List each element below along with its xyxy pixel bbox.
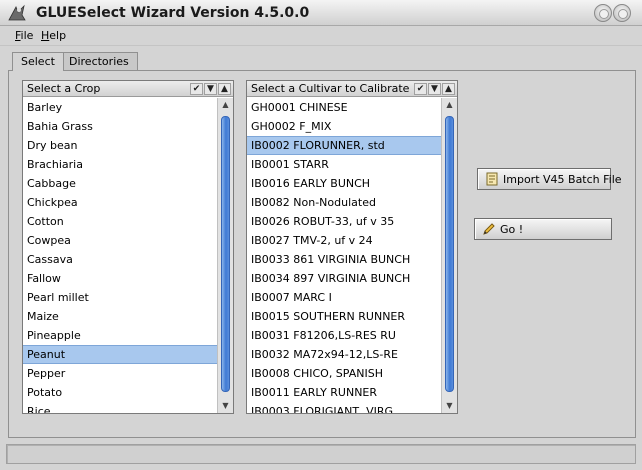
- import-batch-file-button[interactable]: Import V45 Batch File: [477, 168, 622, 190]
- crop-list-scrollbar[interactable]: ▲ ▼: [217, 98, 233, 413]
- crop-list: Barley Bahia Grass Dry bean Brachiaria C…: [23, 98, 217, 413]
- list-item[interactable]: Cassava: [23, 250, 217, 269]
- list-item[interactable]: IB0033 861 VIRGINIA BUNCH: [247, 250, 441, 269]
- crop-list-title: Select a Crop: [27, 82, 101, 95]
- list-item[interactable]: Maize: [23, 307, 217, 326]
- list-item-selected[interactable]: IB0002 FLORUNNER, std: [247, 136, 441, 155]
- crop-list-header: Select a Crop ✔ ▼ ▲: [23, 81, 233, 97]
- close-icon[interactable]: [613, 4, 631, 22]
- check-all-icon[interactable]: ✔: [414, 83, 427, 95]
- scroll-down-arrow-icon[interactable]: ▼: [442, 399, 457, 413]
- menu-bar: File Help: [0, 26, 642, 46]
- scroll-down-arrow-icon[interactable]: ▼: [218, 399, 233, 413]
- menu-file[interactable]: File: [15, 29, 33, 42]
- list-item[interactable]: Potato: [23, 383, 217, 402]
- cultivar-list: GH0001 CHINESE GH0002 F_MIX IB0002 FLORU…: [247, 98, 441, 413]
- list-item[interactable]: GH0001 CHINESE: [247, 98, 441, 117]
- scroll-up-arrow-icon[interactable]: ▲: [442, 98, 457, 112]
- list-item[interactable]: IB0001 STARR: [247, 155, 441, 174]
- list-item[interactable]: Fallow: [23, 269, 217, 288]
- app-logo-icon: [8, 4, 26, 21]
- list-item-selected[interactable]: Peanut: [23, 345, 217, 364]
- list-item[interactable]: Cabbage: [23, 174, 217, 193]
- list-item[interactable]: IB0003 FLORIGIANT, VIRG: [247, 402, 441, 413]
- list-item[interactable]: IB0027 TMV-2, uf v 24: [247, 231, 441, 250]
- list-item[interactable]: Rice: [23, 402, 217, 413]
- list-item[interactable]: IB0011 EARLY RUNNER: [247, 383, 441, 402]
- dropdown-icon[interactable]: ▼: [204, 83, 217, 95]
- pencil-icon: [483, 223, 495, 235]
- scrollbar-thumb[interactable]: [221, 116, 230, 392]
- list-item[interactable]: Brachiaria: [23, 155, 217, 174]
- cultivar-list-scrollbar[interactable]: ▲ ▼: [441, 98, 457, 413]
- go-button-label: Go !: [500, 223, 524, 236]
- cultivar-list-panel: Select a Cultivar to Calibrate ✔ ▼ ▲ GH0…: [246, 80, 458, 414]
- cultivar-list-header: Select a Cultivar to Calibrate ✔ ▼ ▲: [247, 81, 457, 97]
- list-item[interactable]: IB0016 EARLY BUNCH: [247, 174, 441, 193]
- list-item[interactable]: Chickpea: [23, 193, 217, 212]
- list-item[interactable]: IB0082 Non-Nodulated: [247, 193, 441, 212]
- list-item[interactable]: IB0007 MARC I: [247, 288, 441, 307]
- import-file-icon: [486, 172, 498, 186]
- window-title: GLUESelect Wizard Version 4.5.0.0: [36, 5, 310, 21]
- list-item[interactable]: Pineapple: [23, 326, 217, 345]
- dropdown-icon[interactable]: ▼: [428, 83, 441, 95]
- scrollbar-thumb[interactable]: [445, 116, 454, 392]
- list-item[interactable]: IB0026 ROBUT-33, uf v 35: [247, 212, 441, 231]
- list-item[interactable]: Barley: [23, 98, 217, 117]
- list-item[interactable]: Pearl millet: [23, 288, 217, 307]
- scroll-up-arrow-icon[interactable]: ▲: [218, 98, 233, 112]
- menu-help[interactable]: Help: [41, 29, 66, 42]
- title-bar: GLUESelect Wizard Version 4.5.0.0: [0, 0, 642, 26]
- list-item[interactable]: IB0034 897 VIRGINIA BUNCH: [247, 269, 441, 288]
- list-item[interactable]: GH0002 F_MIX: [247, 117, 441, 136]
- crop-list-panel: Select a Crop ✔ ▼ ▲ Barley Bahia Grass D…: [22, 80, 234, 414]
- tab-select[interactable]: Select: [12, 52, 64, 71]
- import-button-label: Import V45 Batch File: [503, 173, 622, 186]
- cultivar-list-title: Select a Cultivar to Calibrate: [251, 82, 410, 95]
- list-item[interactable]: Cotton: [23, 212, 217, 231]
- list-item[interactable]: Bahia Grass: [23, 117, 217, 136]
- scroll-up-icon[interactable]: ▲: [218, 83, 231, 95]
- list-item[interactable]: Pepper: [23, 364, 217, 383]
- tab-directories[interactable]: Directories: [60, 52, 138, 70]
- list-item[interactable]: IB0008 CHICO, SPANISH: [247, 364, 441, 383]
- status-bar: [6, 444, 636, 464]
- scroll-up-icon[interactable]: ▲: [442, 83, 455, 95]
- go-button[interactable]: Go !: [474, 218, 612, 240]
- list-item[interactable]: IB0031 F81206,LS-RES RU: [247, 326, 441, 345]
- list-item[interactable]: Dry bean: [23, 136, 217, 155]
- list-item[interactable]: Cowpea: [23, 231, 217, 250]
- check-all-icon[interactable]: ✔: [190, 83, 203, 95]
- list-item[interactable]: IB0032 MA72x94-12,LS-RE: [247, 345, 441, 364]
- list-item[interactable]: IB0015 SOUTHERN RUNNER: [247, 307, 441, 326]
- minimize-icon[interactable]: [594, 4, 612, 22]
